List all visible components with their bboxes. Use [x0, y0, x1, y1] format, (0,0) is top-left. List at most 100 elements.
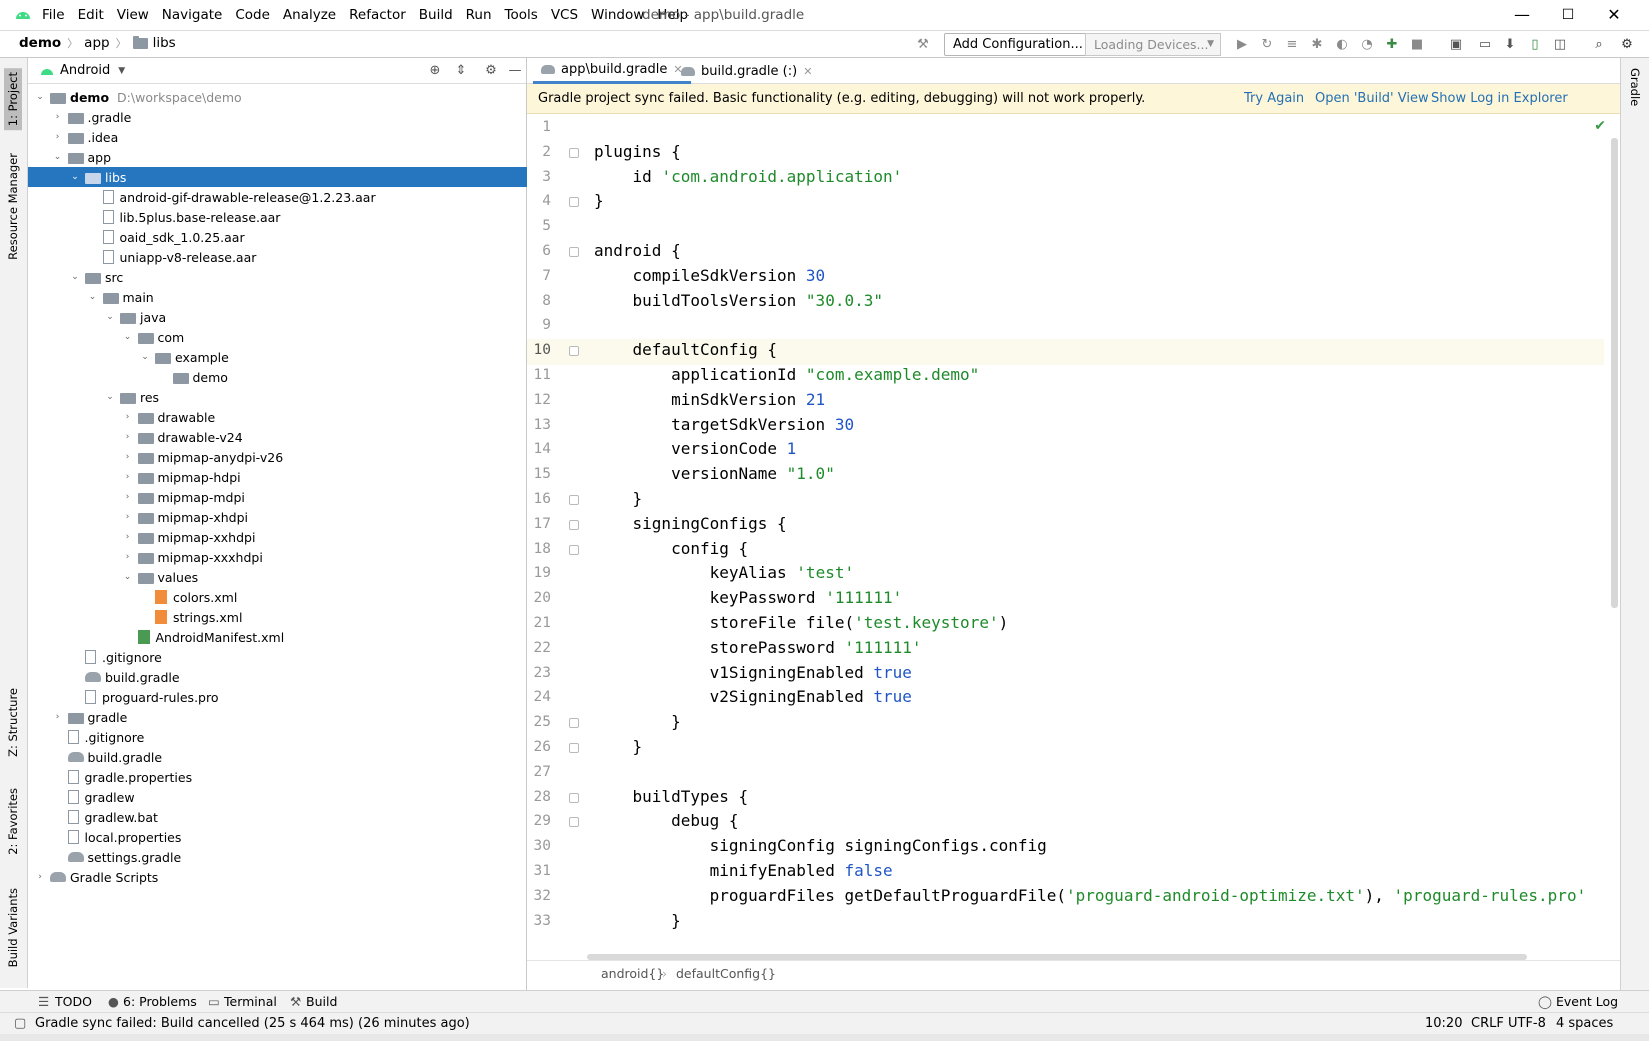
- debug-icon[interactable]: ✱: [1308, 36, 1326, 54]
- code-line[interactable]: minSdkVersion 21: [594, 390, 825, 409]
- coverage-icon[interactable]: ◔: [1358, 36, 1376, 54]
- chevron-down-icon[interactable]: ⌄: [122, 332, 134, 342]
- add-configuration-button[interactable]: Add Configuration...: [944, 33, 1092, 56]
- settings-icon[interactable]: ⚙: [1618, 36, 1636, 54]
- resource-manager-tab[interactable]: Resource Manager: [6, 153, 20, 260]
- tree-item[interactable]: settings.gradle: [28, 847, 527, 867]
- chevron-down-icon[interactable]: ⌄: [104, 392, 116, 402]
- chevron-right-icon[interactable]: ›: [122, 492, 134, 502]
- tree-item[interactable]: › .gradle: [28, 107, 527, 127]
- attach-debugger-icon[interactable]: ✚: [1383, 36, 1401, 54]
- file-encoding[interactable]: UTF-8: [1508, 1016, 1546, 1031]
- tree-item[interactable]: › Gradle Scripts: [28, 867, 527, 887]
- gear-icon[interactable]: ⚙: [482, 62, 500, 80]
- project-tool-tab[interactable]: 1: Project: [4, 68, 22, 131]
- tree-item[interactable]: ⌄ src: [28, 267, 527, 287]
- chevron-right-icon[interactable]: ›: [122, 472, 134, 482]
- menu-navigate[interactable]: Navigate: [162, 7, 223, 23]
- chevron-right-icon[interactable]: ›: [52, 112, 64, 122]
- tree-item[interactable]: › mipmap-anydpi-v26: [28, 447, 527, 467]
- tree-item[interactable]: local.properties: [28, 827, 527, 847]
- fold-marker-icon[interactable]: [569, 743, 579, 753]
- fold-marker-icon[interactable]: [569, 346, 579, 357]
- code-line[interactable]: debug {: [594, 811, 738, 830]
- fold-marker-icon[interactable]: [569, 718, 579, 729]
- tree-item[interactable]: proguard-rules.pro: [28, 687, 527, 707]
- code-line[interactable]: storeFile file('test.keystore'): [594, 613, 1009, 632]
- problems-tab[interactable]: 6: Problems: [123, 994, 197, 1009]
- build-tab[interactable]: Build: [306, 994, 337, 1009]
- code-line[interactable]: buildToolsVersion "30.0.3": [594, 291, 883, 310]
- tree-item[interactable]: › drawable-v24: [28, 427, 527, 447]
- breadcrumb-libs[interactable]: libs: [153, 35, 176, 51]
- code-line[interactable]: plugins {: [594, 142, 681, 161]
- tree-item[interactable]: › drawable: [28, 407, 527, 427]
- chevron-right-icon[interactable]: ›: [122, 512, 134, 522]
- tree-item[interactable]: › mipmap-xxhdpi: [28, 527, 527, 547]
- tree-item[interactable]: › mipmap-mdpi: [28, 487, 527, 507]
- tree-item[interactable]: › mipmap-hdpi: [28, 467, 527, 487]
- tree-item[interactable]: gradlew.bat: [28, 807, 527, 827]
- code-line[interactable]: signingConfigs {: [594, 514, 787, 533]
- profile-icon[interactable]: ◐: [1333, 36, 1351, 54]
- hide-panel-icon[interactable]: —: [506, 62, 524, 80]
- fold-marker-icon[interactable]: [569, 495, 579, 505]
- menu-refactor[interactable]: Refactor: [349, 7, 406, 23]
- code-line[interactable]: id 'com.android.application': [594, 167, 903, 186]
- tab-app-build-gradle[interactable]: app\build.gradle ✕: [533, 58, 691, 84]
- tree-item[interactable]: › mipmap-xxxhdpi: [28, 547, 527, 567]
- code-line[interactable]: v2SigningEnabled true: [594, 687, 912, 706]
- tree-item[interactable]: gradle.properties: [28, 767, 527, 787]
- code-line[interactable]: proguardFiles getDefaultProguardFile('pr…: [594, 886, 1587, 905]
- open-build-view-link[interactable]: Open 'Build' View: [1315, 91, 1429, 106]
- tree-item[interactable]: colors.xml: [28, 587, 527, 607]
- tree-item[interactable]: ⌄ main: [28, 287, 527, 307]
- tree-item[interactable]: demo: [28, 367, 527, 387]
- device-selector[interactable]: Loading Devices... ▼: [1085, 33, 1221, 56]
- tree-item[interactable]: .gitignore: [28, 727, 527, 747]
- fold-marker-icon[interactable]: [569, 817, 579, 828]
- chevron-down-icon[interactable]: ⌄: [52, 152, 64, 162]
- menu-file[interactable]: File: [42, 7, 65, 23]
- code-line[interactable]: minifyEnabled false: [594, 861, 893, 880]
- chevron-right-icon[interactable]: ›: [122, 412, 134, 422]
- code-line[interactable]: }: [594, 737, 643, 756]
- code-line[interactable]: keyPassword '111111': [594, 588, 903, 607]
- menu-analyze[interactable]: Analyze: [283, 7, 336, 23]
- stop-icon[interactable]: ■: [1408, 36, 1426, 54]
- chevron-right-icon[interactable]: ›: [52, 132, 64, 142]
- tab-root-build-gradle[interactable]: build.gradle (:) ✕: [673, 58, 820, 84]
- fold-marker-icon[interactable]: [569, 519, 579, 530]
- build-variants-tab[interactable]: Build Variants: [6, 888, 20, 967]
- close-button[interactable]: ✕: [1604, 5, 1624, 25]
- chevron-right-icon[interactable]: ›: [122, 432, 134, 442]
- apply-code-changes-icon[interactable]: ≡: [1283, 36, 1301, 54]
- menu-window[interactable]: Window: [591, 7, 644, 23]
- chevron-down-icon[interactable]: ⌄: [104, 312, 116, 322]
- tree-item[interactable]: ⌄ example: [28, 347, 527, 367]
- code-line[interactable]: }: [594, 191, 604, 210]
- tree-item[interactable]: oaid_sdk_1.0.25.aar: [28, 227, 527, 247]
- tree-item[interactable]: lib.5plus.base-release.aar: [28, 207, 527, 227]
- vertical-scrollbar[interactable]: [1611, 138, 1618, 608]
- tree-item[interactable]: build.gradle: [28, 747, 527, 767]
- structure-tab[interactable]: Z: Structure: [6, 688, 20, 757]
- layout-inspector-icon[interactable]: ◫: [1551, 36, 1569, 54]
- crumb-android[interactable]: android{}: [601, 966, 664, 981]
- apply-changes-icon[interactable]: ↻: [1258, 36, 1276, 54]
- line-separator[interactable]: CRLF: [1471, 1016, 1504, 1031]
- menu-edit[interactable]: Edit: [78, 7, 104, 23]
- menu-code[interactable]: Code: [235, 7, 270, 23]
- breadcrumb-app[interactable]: app: [84, 35, 109, 51]
- menu-vcs[interactable]: VCS: [551, 7, 578, 23]
- todo-tab[interactable]: TODO: [55, 994, 92, 1009]
- tree-item[interactable]: .gitignore: [28, 647, 527, 667]
- code-line[interactable]: versionCode 1: [594, 439, 796, 458]
- code-line[interactable]: defaultConfig {: [594, 340, 778, 359]
- code-line[interactable]: storePassword '111111': [594, 638, 922, 657]
- chevron-down-icon[interactable]: ⌄: [122, 572, 134, 582]
- code-line[interactable]: compileSdkVersion 30: [594, 266, 826, 285]
- minimize-button[interactable]: —: [1512, 5, 1532, 25]
- tree-item[interactable]: ⌄ res: [28, 387, 527, 407]
- sync-project-icon[interactable]: ▣: [1447, 36, 1465, 54]
